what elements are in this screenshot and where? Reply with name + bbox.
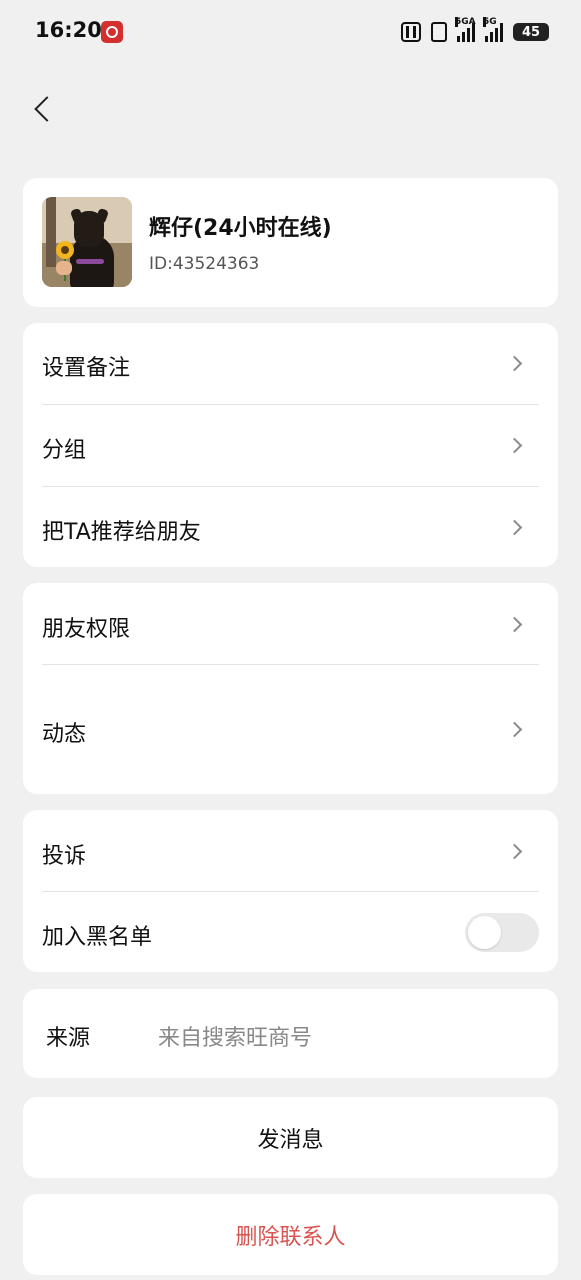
complain-row[interactable]: 投诉 — [23, 810, 558, 891]
blacklist-label: 加入黑名单 — [42, 925, 153, 950]
delete-contact-button[interactable]: 删除联系人 — [23, 1194, 558, 1275]
chevron-right-icon — [506, 843, 523, 860]
set-remark-row[interactable]: 设置备注 — [23, 323, 558, 404]
group-label: 分组 — [42, 438, 87, 463]
battery-icon: 45 — [513, 23, 549, 41]
avatar[interactable] — [42, 197, 132, 287]
status-icons: 5GA 5G 45 — [401, 17, 549, 44]
signal-5ga-icon: 5GA — [455, 17, 476, 42]
profile-card — [23, 178, 558, 307]
chevron-right-icon — [506, 355, 523, 372]
moments-label: 动态 — [42, 722, 87, 747]
status-time: 16:20 — [35, 18, 102, 42]
app-notification-icon — [101, 21, 123, 43]
toggle-knob — [468, 916, 501, 949]
recommend-label: 把TA推荐给朋友 — [42, 520, 201, 545]
signal-5g-icon: 5G — [483, 17, 503, 42]
blacklist-toggle[interactable] — [465, 913, 539, 952]
contact-nickname: 辉仔(24小时在线) — [149, 216, 332, 241]
back-button[interactable] — [26, 90, 56, 130]
recommend-row[interactable]: 把TA推荐给朋友 — [23, 487, 558, 567]
nfc-icon — [401, 22, 421, 42]
blacklist-row: 加入黑名单 — [23, 892, 558, 972]
chevron-right-icon — [506, 519, 523, 536]
signal-5g-label: 5G — [483, 17, 497, 27]
status-bar: 16:20 5GA 5G 45 — [0, 0, 581, 64]
complain-label: 投诉 — [42, 844, 87, 869]
friend-permissions-label: 朋友权限 — [42, 617, 131, 642]
contact-id: ID:43524363 — [149, 254, 260, 274]
group-row[interactable]: 分组 — [23, 405, 558, 486]
vibrate-icon — [431, 22, 447, 42]
chevron-right-icon — [506, 437, 523, 454]
friend-permissions-row[interactable]: 朋友权限 — [23, 583, 558, 664]
source-value: 来自搜索旺商号 — [158, 1026, 313, 1051]
moments-row[interactable]: 动态 — [23, 665, 558, 794]
chevron-right-icon — [506, 616, 523, 633]
source-label: 来源 — [46, 1026, 91, 1051]
signal-5ga-label: 5GA — [455, 17, 476, 27]
set-remark-label: 设置备注 — [42, 356, 131, 381]
chevron-right-icon — [506, 721, 523, 738]
send-message-button[interactable]: 发消息 — [23, 1097, 558, 1178]
